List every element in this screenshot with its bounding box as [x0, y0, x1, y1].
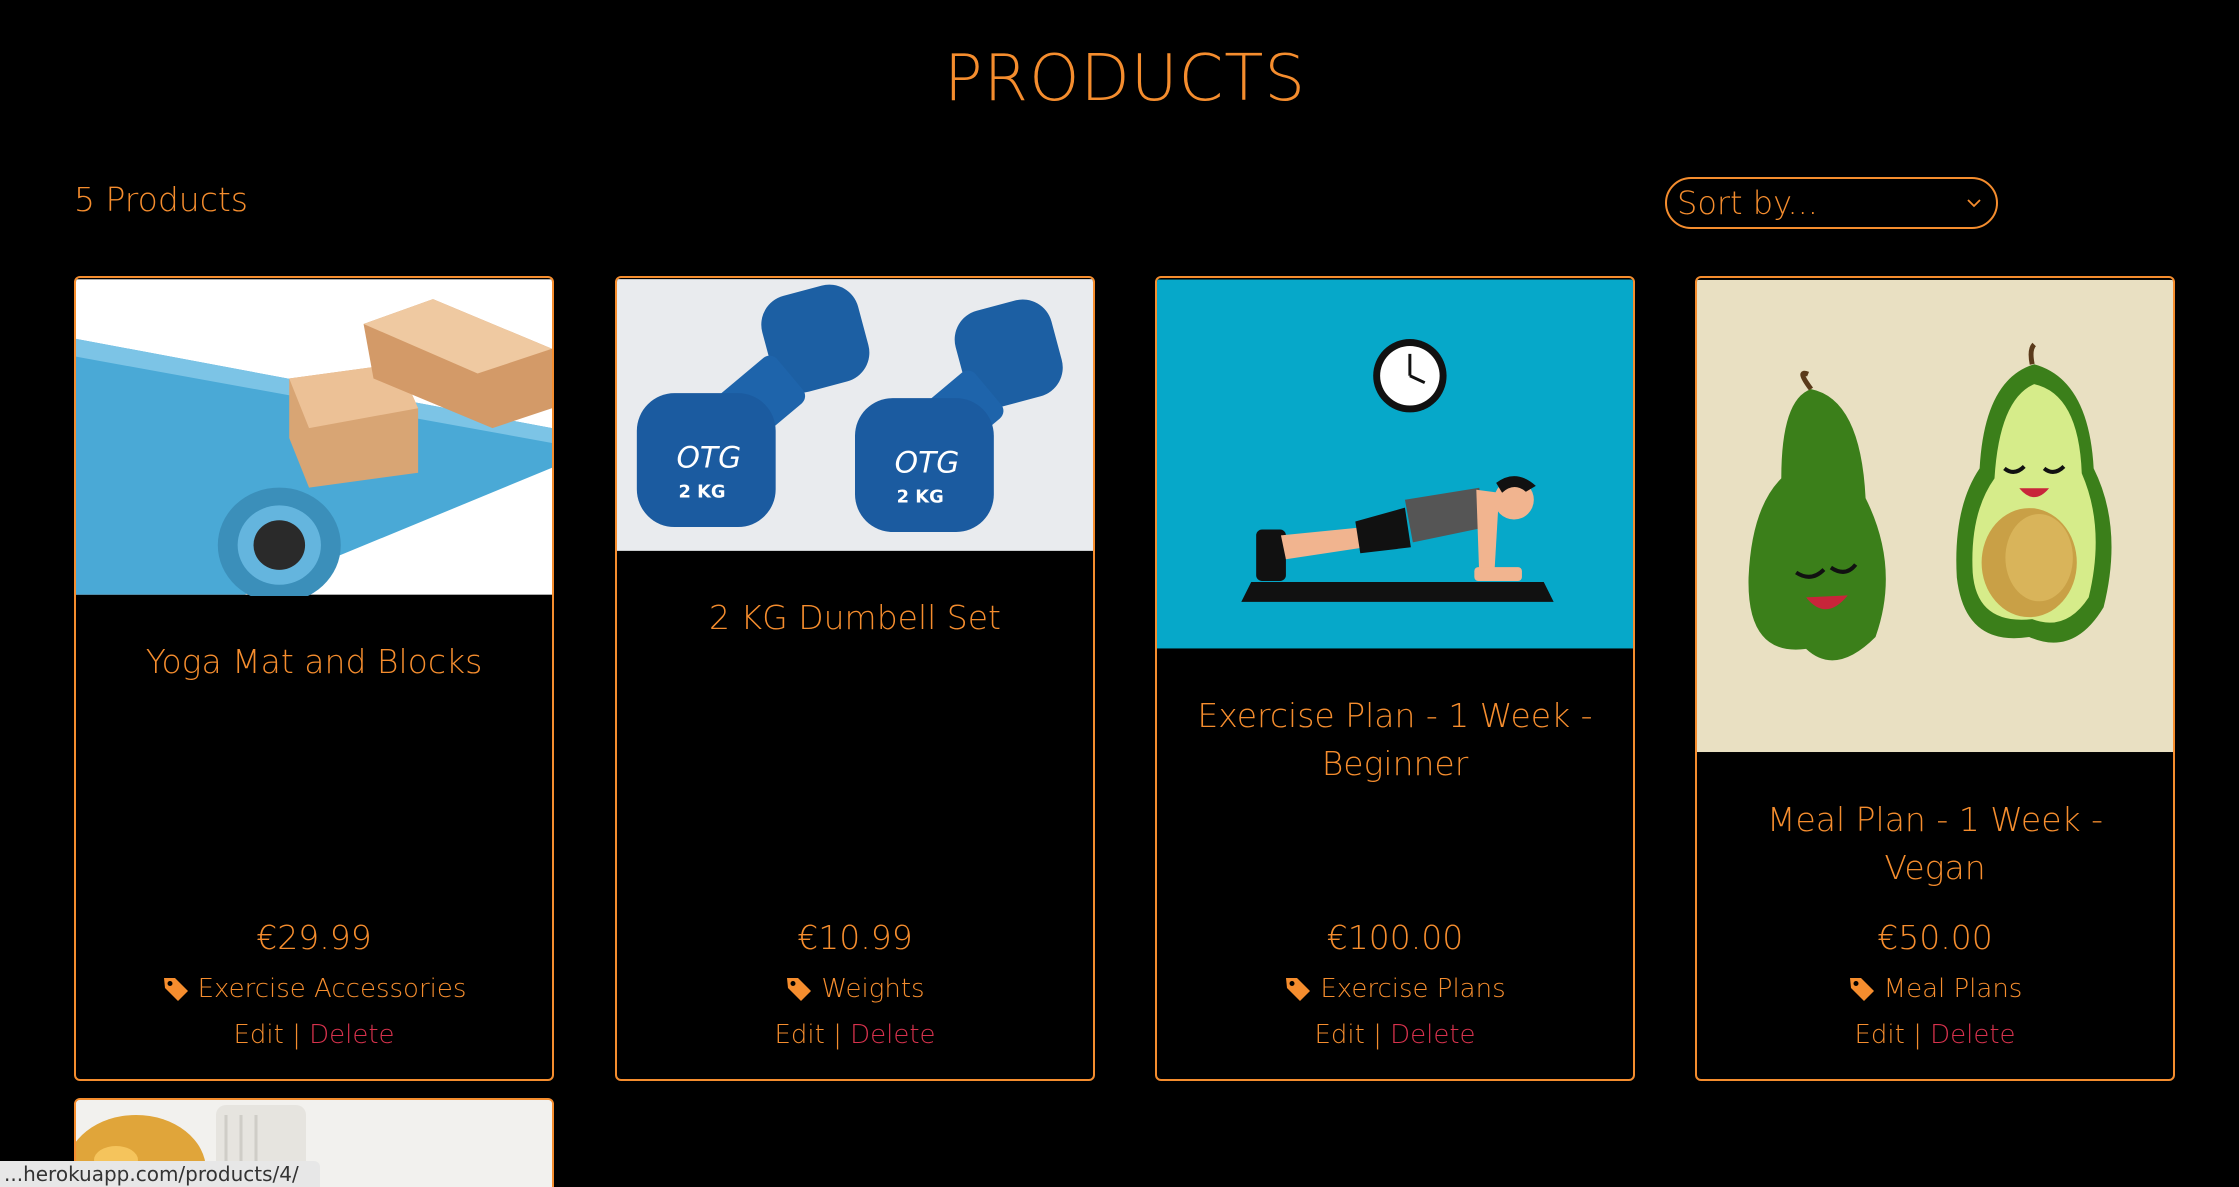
product-card: Yoga Mat and Blocks €29.99 Exercise Acce… [74, 276, 554, 1081]
delete-link[interactable]: Delete [309, 1020, 394, 1050]
product-actions: Edit | Delete [76, 1020, 552, 1050]
svg-text:OTG: OTG [895, 446, 960, 481]
delete-link[interactable]: Delete [1390, 1020, 1475, 1050]
product-price: €100.00 [1326, 918, 1464, 957]
tag-icon [787, 978, 812, 1001]
product-card: OTG 2 KG OTG 2 KG 2 KG Dumbell Set €10.9… [615, 276, 1095, 1081]
avocado-image [1697, 279, 2173, 753]
category-label: Exercise Plans [1320, 974, 1506, 1004]
product-count: 5 Products [74, 180, 248, 219]
product-actions: Edit | Delete [617, 1020, 1093, 1050]
category-label: Meal Plans [1883, 974, 2023, 1004]
delete-link[interactable]: Delete [1930, 1020, 2015, 1050]
product-actions: Edit | Delete [1157, 1020, 1633, 1050]
svg-text:2 KG: 2 KG [678, 481, 725, 502]
product-name[interactable]: 2 KG Dumbell Set [637, 594, 1073, 642]
product-category[interactable]: Exercise Plans [1157, 974, 1633, 1004]
product-actions: Edit | Delete [1697, 1020, 2173, 1050]
chevron-down-icon [1967, 199, 1981, 208]
tag-icon [1286, 978, 1311, 1001]
tag-icon [1849, 978, 1874, 1001]
dumbbell-image: OTG 2 KG OTG 2 KG [617, 279, 1093, 551]
edit-link[interactable]: Edit [774, 1020, 824, 1050]
product-image[interactable] [76, 278, 552, 596]
edit-link[interactable]: Edit [1854, 1020, 1904, 1050]
product-category[interactable]: Exercise Accessories [76, 974, 552, 1004]
sort-select[interactable]: Sort by... [1665, 177, 1998, 229]
category-label: Weights [821, 974, 925, 1004]
svg-text:OTG: OTG [677, 441, 742, 476]
edit-link[interactable]: Edit [1314, 1020, 1364, 1050]
status-bar-url: ...herokuapp.com/products/4/ [0, 1161, 320, 1187]
product-image[interactable] [1157, 278, 1633, 650]
separator: | [1913, 1020, 1922, 1050]
svg-text:2 KG: 2 KG [897, 486, 944, 507]
separator: | [292, 1020, 301, 1050]
product-card: Exercise Plan - 1 Week - Beginner €100.0… [1155, 276, 1635, 1081]
product-name[interactable]: Meal Plan - 1 Week - Vegan [1717, 796, 2153, 892]
product-card: Meal Plan - 1 Week - Vegan €50.00 Meal P… [1695, 276, 2175, 1081]
products-page: PRODUCTS 5 Products Sort by... Yoga Mat … [0, 0, 2239, 1187]
separator: | [1373, 1020, 1382, 1050]
delete-link[interactable]: Delete [850, 1020, 935, 1050]
product-name[interactable]: Yoga Mat and Blocks [96, 638, 532, 686]
page-title: PRODUCTS [944, 42, 1306, 116]
yoga-mat-image [76, 279, 552, 596]
product-price: €29.99 [256, 918, 372, 957]
product-price: €50.00 [1877, 918, 1993, 957]
category-label: Exercise Accessories [197, 974, 467, 1004]
sort-select-value: Sort by... [1677, 184, 1818, 222]
product-image[interactable]: OTG 2 KG OTG 2 KG [617, 278, 1093, 552]
product-price: €10.99 [797, 918, 913, 957]
product-category[interactable]: Weights [617, 974, 1093, 1004]
product-image[interactable] [1697, 278, 2173, 754]
product-category[interactable]: Meal Plans [1697, 974, 2173, 1004]
separator: | [833, 1020, 842, 1050]
edit-link[interactable]: Edit [233, 1020, 283, 1050]
exercise-plan-image [1157, 279, 1633, 649]
tag-icon [163, 978, 188, 1001]
product-name[interactable]: Exercise Plan - 1 Week - Beginner [1177, 692, 1613, 788]
